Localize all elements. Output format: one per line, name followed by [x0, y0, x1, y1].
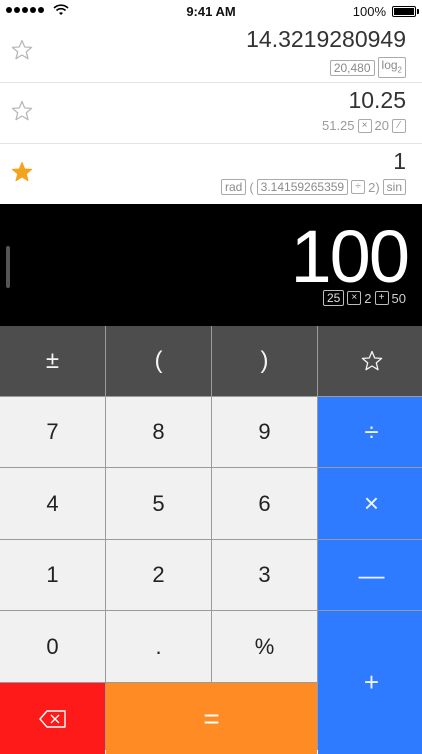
history-row[interactable]: 1 rad (3.14159265359 ÷ 2) sin [0, 144, 422, 205]
token-text: 25 [326, 291, 341, 305]
token-text: 20 [374, 118, 389, 133]
backspace-button[interactable] [0, 683, 105, 754]
digit-8-button[interactable]: 8 [106, 397, 211, 467]
expression-token: 2) [368, 180, 380, 195]
token-text: 2 [364, 290, 372, 306]
star-outline-icon[interactable] [10, 38, 34, 62]
token-text: ÷ [355, 181, 361, 192]
plus-button[interactable]: + [318, 611, 422, 754]
digit-9-button[interactable]: 9 [212, 397, 317, 467]
display-value: 100 [290, 215, 410, 298]
plus-minus-button[interactable]: ± [0, 326, 105, 396]
history-result: 14.3219280949 [246, 26, 406, 52]
digit-1-button[interactable]: 1 [0, 540, 105, 610]
expression-token-box: 25 [322, 290, 345, 306]
main-display: 100 25 × 2 +50 [0, 204, 422, 326]
token-text: ( [249, 179, 254, 195]
token-text: ⁄ [398, 119, 400, 131]
digit-6-button[interactable]: 6 [212, 468, 317, 539]
expression-operator: ⁄ [392, 118, 406, 133]
display-expression: 25 × 2 +50 [322, 290, 406, 306]
keypad: ± ( ) 7 8 9 ÷ 4 5 6 × 1 2 3 — 0 . % + = [0, 326, 422, 754]
battery-percent: 100% [352, 4, 386, 19]
history-row[interactable]: 10.25 51.25 × 20 ⁄ [0, 83, 422, 144]
token-text: 20,480 [333, 60, 371, 75]
token-text: sin [386, 180, 402, 194]
close-paren-button[interactable]: ) [212, 326, 317, 396]
token-text: rad [224, 180, 243, 194]
history-result: 10.25 [348, 87, 406, 113]
expression-operator: ÷ [351, 180, 366, 194]
token-text: 50 [391, 290, 406, 306]
expression-operator: + [374, 291, 389, 305]
expression-token-box: log2 [377, 57, 406, 79]
percent-button[interactable]: % [212, 611, 317, 682]
decimal-button[interactable]: . [106, 611, 211, 682]
history-row[interactable]: 14.3219280949 20,480 log2 [0, 22, 422, 83]
star-outline-icon [361, 350, 382, 371]
divide-button[interactable]: ÷ [318, 397, 422, 467]
open-paren-button[interactable]: ( [106, 326, 211, 396]
expression-token-box: 20,480 [329, 59, 375, 76]
history-expression: rad (3.14159265359 ÷ 2) sin [220, 179, 406, 195]
expression-token-box: 3.14159265359 [256, 179, 349, 195]
digit-2-button[interactable]: 2 [106, 540, 211, 610]
expression-token-box: sin [382, 179, 406, 195]
token-text: 2) [368, 179, 380, 195]
digit-5-button[interactable]: 5 [106, 468, 211, 539]
backspace-icon [38, 709, 66, 728]
expression-operator: × [347, 291, 362, 305]
expression-token-box: rad [220, 179, 247, 195]
digit-4-button[interactable]: 4 [0, 468, 105, 539]
history-expression: 20,480 log2 [329, 57, 406, 79]
digit-7-button[interactable]: 7 [0, 397, 105, 467]
star-outline-icon[interactable] [10, 99, 34, 123]
history-list: 14.3219280949 20,480 log2 10.25 51.25 × 20 ⁄ 1 ra… [0, 22, 422, 205]
history-result: 1 [393, 148, 406, 174]
minus-button[interactable]: — [318, 540, 422, 610]
star-filled-icon[interactable] [10, 160, 34, 184]
favorite-button[interactable] [318, 326, 422, 396]
drag-handle[interactable] [6, 246, 10, 288]
token-text: log [381, 58, 398, 72]
expression-token: 51.25 [322, 118, 355, 133]
token-subscript: 2 [397, 65, 402, 75]
token-text: × [351, 292, 358, 303]
expression-token: 20 [375, 118, 389, 133]
expression-token: 2 [364, 291, 371, 306]
token-text: × [361, 119, 368, 131]
digit-0-button[interactable]: 0 [0, 611, 105, 682]
battery-icon [392, 6, 419, 17]
expression-token: 50 [392, 291, 406, 306]
token-text: + [378, 292, 385, 303]
expression-token: ( [249, 180, 253, 195]
status-bar: 9:41 AM 100% [0, 0, 422, 22]
multiply-button[interactable]: × [318, 468, 422, 539]
expression-operator: × [357, 118, 372, 133]
token-text: 3.14159265359 [260, 180, 345, 194]
token-text: 51.25 [321, 118, 355, 133]
history-expression: 51.25 × 20 ⁄ [322, 118, 406, 133]
digit-3-button[interactable]: 3 [212, 540, 317, 610]
equals-button[interactable]: = [106, 683, 317, 754]
